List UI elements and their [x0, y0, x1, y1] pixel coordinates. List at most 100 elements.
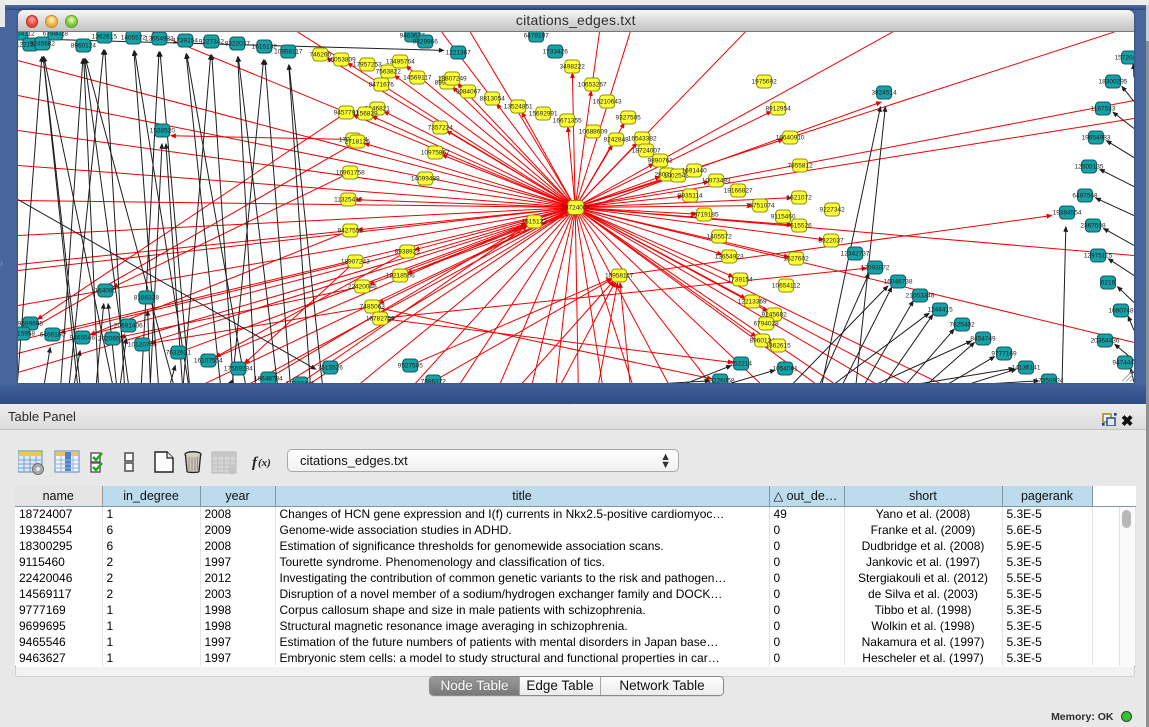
svg-text:7485063: 7485063 [359, 303, 385, 310]
svg-text:9242848: 9242848 [603, 137, 629, 144]
svg-text:12342737: 12342737 [840, 250, 869, 257]
svg-text:14569117: 14569117 [403, 75, 432, 82]
svg-text:7886372: 7886372 [420, 378, 446, 383]
svg-text:21053346: 21053346 [905, 292, 934, 299]
svg-text:20364436: 20364436 [1090, 337, 1119, 344]
svg-text:9245682: 9245682 [29, 41, 55, 48]
svg-text:14099489: 14099489 [410, 176, 439, 183]
svg-text:7515526: 7515526 [317, 364, 343, 371]
svg-text:1739154: 1739154 [727, 276, 753, 283]
svg-text:6479197: 6479197 [523, 33, 549, 40]
svg-text:16046738: 16046738 [883, 278, 912, 285]
svg-text:1405572: 1405572 [706, 233, 732, 240]
svg-text:7632621: 7632621 [165, 349, 191, 356]
svg-text:3824514: 3824514 [871, 90, 897, 97]
svg-text:6216: 6216 [1100, 279, 1115, 286]
svg-text:(x): (x) [258, 457, 271, 469]
svg-text:12323446: 12323446 [285, 380, 314, 383]
svg-text:11325419: 11325419 [334, 197, 363, 204]
svg-text:8960124: 8960124 [70, 43, 96, 50]
svg-text:8471676: 8471676 [368, 82, 394, 89]
svg-text:13226058: 13226058 [705, 377, 734, 383]
svg-text:1362615: 1362615 [91, 34, 117, 41]
svg-text:10654112: 10654112 [18, 32, 35, 38]
svg-text:1405572: 1405572 [120, 35, 146, 42]
svg-text:12975115: 12975115 [1083, 252, 1112, 259]
svg-text:18807249: 18807249 [437, 76, 466, 83]
svg-text:7515526: 7515526 [786, 222, 812, 229]
svg-text:17359934: 17359934 [1034, 377, 1063, 383]
svg-text:8912954: 8912954 [765, 106, 791, 113]
svg-text:1054061: 1054061 [772, 365, 798, 372]
svg-text:9084067: 9084067 [455, 89, 481, 96]
svg-text:13654923: 13654923 [145, 36, 174, 43]
svg-text:19218506: 19218506 [385, 272, 414, 279]
svg-text:9890761: 9890761 [647, 158, 673, 165]
svg-text:1244415: 1244415 [927, 306, 953, 313]
svg-text:3498222: 3498222 [559, 64, 585, 71]
svg-text:6794028: 6794028 [42, 32, 68, 38]
svg-text:9777169: 9777169 [991, 350, 1017, 357]
svg-text:16640910: 16640910 [775, 135, 804, 142]
svg-text:2367608: 2367608 [1080, 222, 1106, 229]
svg-text:1733426: 1733426 [542, 49, 568, 56]
svg-text:10958117: 10958117 [605, 272, 634, 279]
svg-text:13495764: 13495764 [385, 59, 414, 66]
svg-text:7563822: 7563822 [375, 69, 401, 76]
svg-text:1739154: 1739154 [172, 38, 198, 45]
svg-text:1615132: 1615132 [521, 218, 547, 225]
svg-text:1621072: 1621072 [786, 195, 812, 202]
svg-text:18724007: 18724007 [561, 204, 590, 211]
svg-text:9699695: 9699695 [18, 320, 43, 327]
svg-text:18724007: 18724007 [631, 148, 660, 155]
svg-text:8938923: 8938923 [394, 248, 420, 255]
svg-text:15692991: 15692991 [528, 111, 557, 118]
svg-text:19654983: 19654983 [1081, 135, 1110, 142]
svg-text:1221367: 1221367 [445, 50, 471, 57]
svg-text:164095: 164095 [94, 287, 116, 294]
svg-text:16210643: 16210643 [592, 99, 621, 106]
svg-text:1691440: 1691440 [681, 168, 707, 175]
svg-text:12093872: 12093872 [860, 264, 889, 271]
svg-text:10973493: 10973493 [701, 178, 730, 185]
svg-text:22420046: 22420046 [347, 283, 376, 290]
svg-text:16671355: 16671355 [552, 118, 581, 125]
svg-text:8215958: 8215958 [18, 330, 35, 337]
svg-text:1527602: 1527602 [783, 255, 809, 262]
svg-text:10653267: 10653267 [577, 82, 606, 89]
svg-text:252214: 252214 [730, 360, 752, 367]
svg-text:9465546: 9465546 [69, 334, 95, 341]
svg-text:1538520: 1538520 [149, 128, 175, 135]
svg-text:18907243: 18907243 [340, 258, 369, 265]
svg-text:16107554: 16107554 [193, 357, 222, 364]
svg-text:1975692: 1975692 [751, 79, 777, 86]
svg-text:1080748: 1080748 [1108, 307, 1134, 314]
svg-text:16648784: 16648784 [253, 375, 282, 382]
svg-text:10654112: 10654112 [772, 282, 801, 289]
svg-text:20691406: 20691406 [114, 322, 143, 329]
svg-text:13524851: 13524851 [503, 104, 532, 111]
svg-text:6466160: 6466160 [39, 331, 65, 338]
svg-text:1167533: 1167533 [1090, 106, 1115, 113]
svg-text:17569284: 17569284 [223, 365, 252, 372]
svg-text:8427552: 8427552 [337, 227, 363, 234]
svg-text:6794028: 6794028 [753, 320, 779, 327]
svg-text:19384554: 19384554 [1052, 209, 1081, 216]
svg-text:17957253: 17957253 [352, 62, 381, 69]
svg-text:7357224: 7357224 [427, 125, 453, 132]
svg-text:8322037: 8322037 [818, 237, 844, 244]
svg-text:6497568: 6497568 [1072, 193, 1098, 200]
svg-text:16053809: 16053809 [326, 57, 355, 64]
svg-text:16961758: 16961758 [335, 170, 364, 177]
svg-text:15720407: 15720407 [1114, 55, 1133, 62]
svg-text:1362615: 1362615 [765, 342, 791, 349]
svg-text:12505135: 12505135 [1074, 164, 1103, 171]
svg-text:9527505: 9527505 [397, 362, 423, 369]
svg-text:8813054: 8813054 [479, 96, 505, 103]
svg-text:19166827: 19166827 [723, 188, 752, 195]
svg-text:10688609: 10688609 [578, 129, 607, 136]
svg-text:8454749: 8454749 [970, 335, 996, 342]
svg-text:10120746: 10120746 [128, 341, 157, 348]
svg-text:20206536: 20206536 [98, 335, 127, 342]
svg-text:2935114: 2935114 [677, 193, 702, 200]
